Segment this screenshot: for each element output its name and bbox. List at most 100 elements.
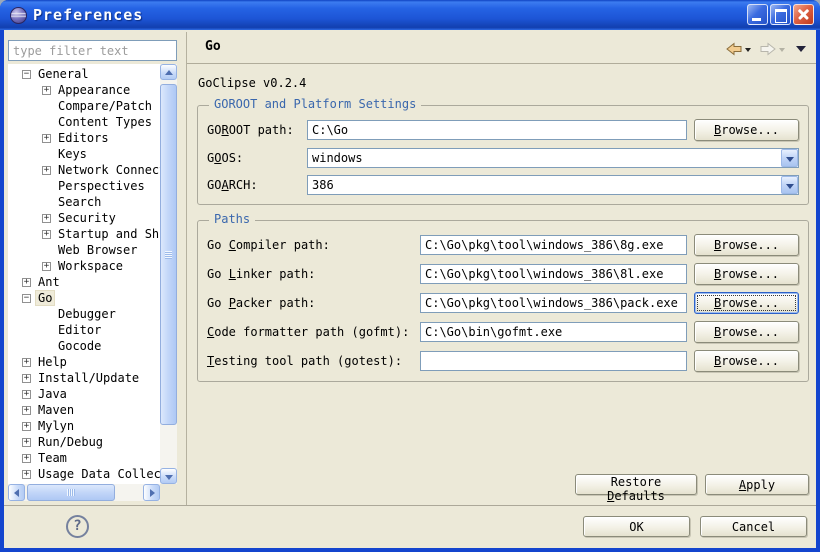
tree-item-label: Help [36, 355, 69, 369]
expand-icon[interactable]: + [42, 230, 51, 239]
tree-item-go[interactable]: −Go [8, 290, 160, 306]
close-button[interactable] [793, 4, 814, 25]
group-goroot-and-platform-settings: GOROOT and Platform SettingsGOROOT path:… [197, 105, 809, 205]
vertical-scrollbar[interactable] [160, 64, 177, 484]
tree-item-appearance[interactable]: +Appearance [8, 82, 160, 98]
tree-item-usage-data-collect[interactable]: +Usage Data Collect [8, 466, 160, 482]
tree-item-mylyn[interactable]: + Mylyn [8, 418, 160, 434]
back-menu-icon[interactable] [745, 48, 751, 55]
apply-button[interactable]: Apply [705, 474, 809, 495]
expand-icon[interactable]: + [42, 134, 51, 143]
tree-item-team[interactable]: +Team [8, 450, 160, 466]
tree-item-workspace[interactable]: +Workspace [8, 258, 160, 274]
expand-icon[interactable]: + [42, 86, 51, 95]
tree-item-web-browser[interactable]: Web Browser [8, 242, 160, 258]
scroll-left-icon[interactable] [8, 484, 25, 501]
tree-item-help[interactable]: + Help [8, 354, 160, 370]
goos-combo[interactable]: windows [307, 148, 799, 168]
maximize-button[interactable] [770, 4, 791, 25]
tree-item-debugger[interactable]: Debugger [8, 306, 160, 322]
tree-item-maven[interactable]: +Maven [8, 402, 160, 418]
tree-item-label: Debugger [56, 307, 118, 321]
window-title: Preferences [33, 6, 143, 24]
go-compiler-path-input[interactable] [420, 235, 687, 255]
eclipse-icon [10, 7, 27, 24]
tree-item-label: Gocode [56, 339, 103, 353]
tree-item-editors[interactable]: +Editors [8, 130, 160, 146]
tree-item-run-debug[interactable]: +Run/Debug [8, 434, 160, 450]
ok-button[interactable]: OK [583, 516, 690, 537]
preferences-window: Preferences −General+AppearanceCompare/P… [0, 0, 820, 552]
collapse-icon[interactable]: − [22, 294, 31, 303]
filter-input[interactable] [8, 40, 177, 61]
tree-item-label: Keys [56, 147, 89, 161]
version-label: GoClipse v0.2.4 [198, 76, 809, 90]
expand-icon[interactable]: + [42, 262, 51, 271]
tree-item-search[interactable]: Search [8, 194, 160, 210]
back-icon[interactable] [726, 42, 742, 56]
horizontal-scrollbar[interactable] [8, 484, 160, 501]
tree-item-keys[interactable]: Keys [8, 146, 160, 162]
cancel-button[interactable]: Cancel [700, 516, 807, 537]
go-linker-path-browse-button[interactable]: Browse... [694, 263, 799, 285]
tree-item-editor[interactable]: Editor [8, 322, 160, 338]
scroll-down-icon[interactable] [160, 468, 177, 484]
tree-item-java[interactable]: + Java [8, 386, 160, 402]
expand-icon[interactable]: + [22, 374, 31, 383]
forward-menu-icon[interactable] [779, 48, 785, 55]
scroll-right-icon[interactable] [143, 484, 160, 501]
goroot-path-browse-button[interactable]: Browse... [694, 119, 799, 141]
tree-item-startup-and-shu[interactable]: +Startup and Shu [8, 226, 160, 242]
title-bar[interactable]: Preferences [0, 0, 820, 30]
testing-tool-path-gotest-input[interactable] [420, 351, 687, 371]
tree-item-perspectives[interactable]: Perspectives [8, 178, 160, 194]
expand-icon[interactable]: + [22, 278, 31, 287]
expand-icon[interactable]: + [22, 358, 31, 367]
expand-icon[interactable]: + [42, 166, 51, 175]
expand-icon[interactable]: + [22, 438, 31, 447]
tree-item-label: Mylyn [36, 419, 76, 433]
expand-icon[interactable]: + [22, 470, 31, 479]
code-formatter-path-gofmt-input[interactable] [420, 322, 687, 342]
expand-icon[interactable]: + [22, 454, 31, 463]
view-menu-icon[interactable] [796, 46, 806, 57]
tree-item-label: Security [56, 211, 118, 225]
scroll-up-icon[interactable] [160, 64, 177, 80]
tree-item-ant[interactable]: + Ant [8, 274, 160, 290]
expand-icon[interactable]: + [42, 214, 51, 223]
tree-item-label: Content Types [56, 115, 154, 129]
goarch-combo[interactable]: 386 [307, 175, 799, 195]
tree-item-label: Web Browser [56, 243, 139, 257]
tree-item-security[interactable]: + Security [8, 210, 160, 226]
tree-item-network-connect[interactable]: +Network Connect [8, 162, 160, 178]
help-icon[interactable]: ? [66, 515, 89, 538]
vertical-scroll-thumb[interactable] [160, 84, 177, 425]
expand-icon[interactable]: + [22, 390, 31, 399]
tree-item-install-update[interactable]: +Install/Update [8, 370, 160, 386]
go-packer-path-input[interactable] [420, 293, 687, 313]
testing-tool-path-gotest-browse-button[interactable]: Browse... [694, 350, 799, 372]
expand-icon[interactable]: + [22, 406, 31, 415]
tree-panel: −General+AppearanceCompare/PatchContent … [8, 64, 177, 501]
go-packer-path-browse-button[interactable]: Browse... [694, 292, 799, 314]
tree-item-general[interactable]: −General [8, 66, 160, 82]
tree-item-gocode[interactable]: Gocode [8, 338, 160, 354]
combo-value: windows [308, 151, 781, 165]
forward-icon[interactable] [760, 42, 776, 56]
scrollbar-corner [160, 484, 177, 501]
expand-icon[interactable]: + [22, 422, 31, 431]
tree-item-label: Java [36, 387, 69, 401]
chevron-down-icon[interactable] [781, 176, 798, 194]
tree-item-compare-patch[interactable]: Compare/Patch [8, 98, 160, 114]
goroot-path-input[interactable] [307, 120, 687, 140]
go-compiler-path-browse-button[interactable]: Browse... [694, 234, 799, 256]
restore-defaults-button[interactable]: Restore Defaults [575, 474, 697, 495]
code-formatter-path-gofmt-browse-button[interactable]: Browse... [694, 321, 799, 343]
tree-item-label: Ant [36, 275, 62, 289]
tree-item-content-types[interactable]: Content Types [8, 114, 160, 130]
horizontal-scroll-thumb[interactable] [27, 484, 115, 501]
chevron-down-icon[interactable] [781, 149, 798, 167]
minimize-button[interactable] [747, 4, 768, 25]
go-linker-path-input[interactable] [420, 264, 687, 284]
collapse-icon[interactable]: − [22, 70, 31, 79]
